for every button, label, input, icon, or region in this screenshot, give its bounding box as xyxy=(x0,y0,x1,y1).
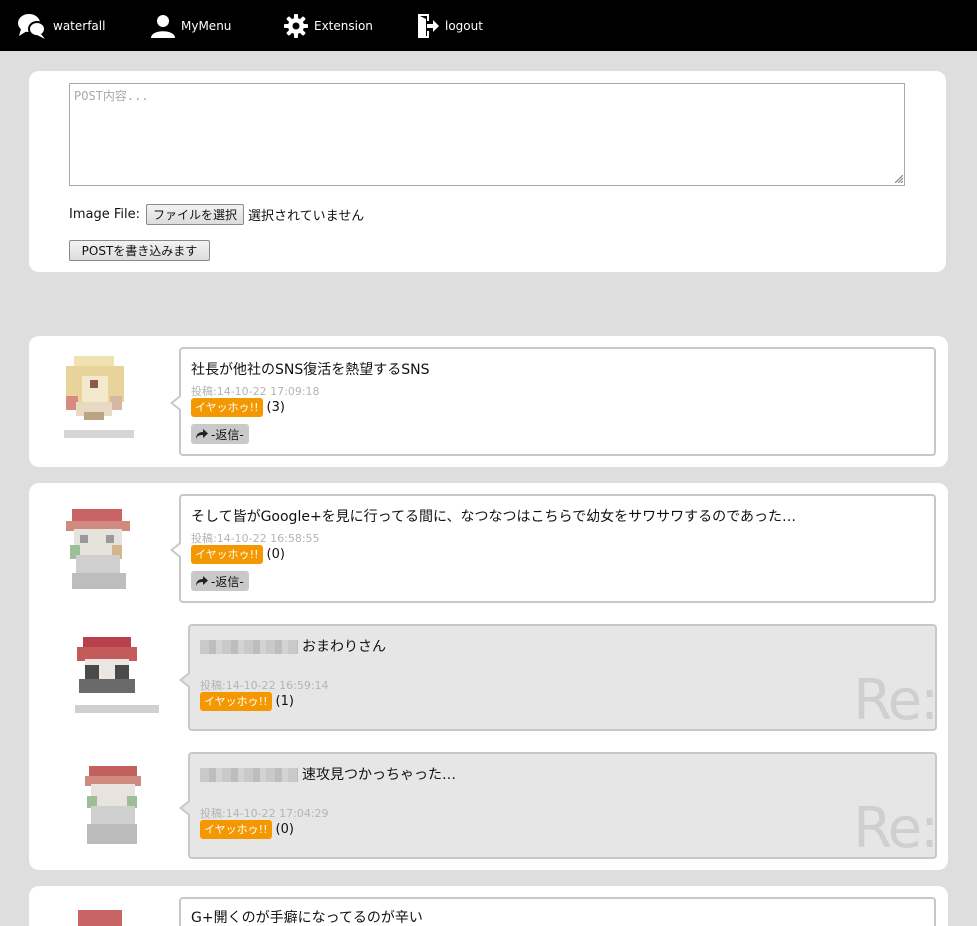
avatar[interactable] xyxy=(71,635,159,725)
reply-bubble: おまわりさん 投稿:14-10-22 16:59:14 イヤッホゥ!! (1) … xyxy=(179,624,939,733)
reply-text-content: おまわりさん xyxy=(302,639,386,655)
post-bubble: G+開くのが手癖になってるのが辛い xyxy=(179,897,936,926)
blurred-username xyxy=(200,768,298,782)
reply-bubble: 速攻見つかっちゃった… 投稿:14-10-22 17:04:29 イヤッホゥ!!… xyxy=(179,752,939,861)
like-count: (0) xyxy=(266,547,285,562)
nav-extension[interactable]: Extension xyxy=(284,0,373,51)
like-count: (0) xyxy=(275,822,294,837)
reply-button[interactable]: -返信- xyxy=(191,571,249,591)
avatar[interactable] xyxy=(74,910,154,926)
nav-logout-label: logout xyxy=(445,18,483,33)
like-row: イヤッホゥ!! (1) xyxy=(200,692,294,711)
reply-button-label: -返信- xyxy=(211,574,244,589)
post-bubble: 社長が他社のSNS復活を熱望するSNS 投稿:14-10-22 17:09:18… xyxy=(170,347,936,456)
blurred-username xyxy=(200,640,298,654)
like-button[interactable]: イヤッホゥ!! xyxy=(191,398,263,417)
post-text: G+開くのが手癖になってるのが辛い xyxy=(191,910,423,926)
nav-mymenu-label: MyMenu xyxy=(181,18,232,33)
post-card: そして皆がGoogle+を見に行ってる間に、なつなつはこちらで幼女をサワサワする… xyxy=(29,483,948,870)
post-card: 社長が他社のSNS復活を熱望するSNS 投稿:14-10-22 17:09:18… xyxy=(29,336,948,467)
reply-date: 投稿:14-10-22 17:04:29 xyxy=(200,807,329,820)
gear-icon xyxy=(284,13,308,38)
post-date: 投稿:14-10-22 17:09:18 xyxy=(191,385,320,398)
chat-bubbles-icon xyxy=(18,13,46,39)
reply-date: 投稿:14-10-22 16:59:14 xyxy=(200,679,329,692)
post-date: 投稿:14-10-22 16:58:55 xyxy=(191,532,320,545)
like-count: (1) xyxy=(275,694,294,709)
like-row: イヤッホゥ!! (0) xyxy=(200,820,294,839)
like-count: (3) xyxy=(266,400,285,415)
image-file-row: Image File: ファイルを選択 選択されていません xyxy=(69,203,364,225)
avatar[interactable] xyxy=(62,507,142,597)
post-content-textarea[interactable] xyxy=(69,83,905,186)
nav-waterfall[interactable]: waterfall xyxy=(17,0,105,51)
reply-button-label: -返信- xyxy=(211,427,244,442)
user-icon xyxy=(151,14,175,38)
file-status-text: 選択されていません xyxy=(248,208,365,224)
reply-text-content: 速攻見つかっちゃった… xyxy=(302,767,456,783)
reply-text: おまわりさん xyxy=(200,636,386,656)
like-button[interactable]: イヤッホゥ!! xyxy=(200,692,272,711)
like-button[interactable]: イヤッホゥ!! xyxy=(191,545,263,564)
reply-button[interactable]: -返信- xyxy=(191,424,249,444)
share-arrow-icon xyxy=(196,576,208,586)
like-row: イヤッホゥ!! (0) xyxy=(191,545,285,564)
reply-text: 速攻見つかっちゃった… xyxy=(200,764,456,784)
submit-post-button[interactable]: POSTを書き込みます xyxy=(69,240,210,261)
like-button[interactable]: イヤッホゥ!! xyxy=(200,820,272,839)
logout-icon xyxy=(418,13,439,38)
nav-logout[interactable]: logout xyxy=(417,0,483,51)
image-file-label: Image File: xyxy=(69,206,140,222)
re-watermark: Re: xyxy=(853,668,939,733)
resize-grip-icon[interactable] xyxy=(895,175,903,183)
post-bubble: そして皆がGoogle+を見に行ってる間に、なつなつはこちらで幼女をサワサワする… xyxy=(170,494,936,603)
re-watermark: Re: xyxy=(853,796,939,861)
like-row: イヤッホゥ!! (3) xyxy=(191,398,285,417)
choose-file-button[interactable]: ファイルを選択 xyxy=(145,203,244,225)
share-arrow-icon xyxy=(196,429,208,439)
nav-mymenu[interactable]: MyMenu xyxy=(151,0,231,51)
nav-waterfall-label: waterfall xyxy=(53,18,106,33)
top-nav: waterfall MyMenu Extension logout xyxy=(0,0,977,51)
post-text: そして皆がGoogle+を見に行ってる間に、なつなつはこちらで幼女をサワサワする… xyxy=(191,509,796,525)
avatar[interactable] xyxy=(60,356,140,446)
nav-extension-label: Extension xyxy=(314,18,373,33)
post-card: G+開くのが手癖になってるのが辛い xyxy=(29,886,948,926)
post-text: 社長が他社のSNS復活を熱望するSNS xyxy=(191,362,430,378)
avatar[interactable] xyxy=(81,764,161,854)
compose-card: Image File: ファイルを選択 選択されていません POSTを書き込みま… xyxy=(29,71,946,272)
